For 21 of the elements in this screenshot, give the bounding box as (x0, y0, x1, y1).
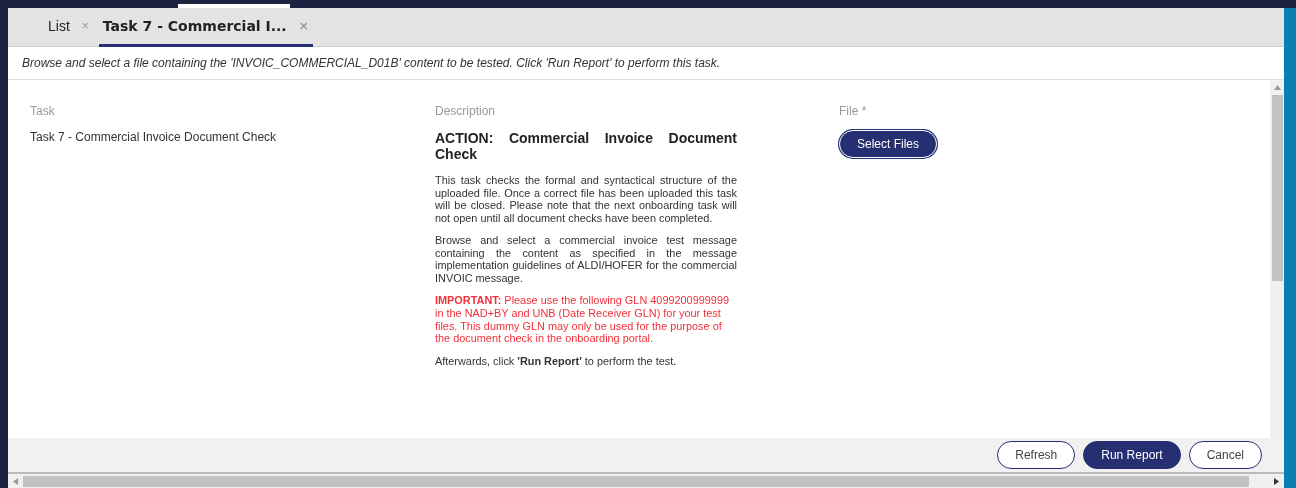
secondary-button[interactable]: Refresh (997, 441, 1076, 469)
select-files-button[interactable]: Select Files (839, 130, 938, 158)
file-label: File * (839, 104, 868, 118)
secondary-button[interactable]: Cancel (1188, 441, 1262, 469)
scroll-up-icon[interactable] (1273, 84, 1281, 91)
tab[interactable]: List × (44, 8, 93, 47)
tab[interactable]: Task 7 - Commercial I... × (98, 8, 313, 47)
task-name: Task 7 - Commercial Invoice Document Check (30, 130, 278, 144)
primary-button[interactable]: Run Report (1083, 441, 1181, 469)
description-paragraph: Afterwards, click 'Run Report' to perform the test. (435, 354, 678, 368)
description-paragraph: This task checks the formal and syntactical structure of the uploaded file. Once a correct file has been uploaded this task will be closed. Please note that the next onboarding task will not open until all document checks have been completed. (435, 174, 737, 225)
description-label: Description (435, 104, 497, 118)
task-label: Task (30, 104, 56, 118)
warning-paragraph: IMPORTANT: Please use the following GLN 4099200999999 in the NAD+BY and UNB (Date Receiver GLN) for your test files. This dummy GLN may only be used for the purpose of the document check in the onboarding portal. (435, 294, 730, 345)
scrollbar-thumb[interactable] (23, 475, 1249, 487)
scrollbar-thumb[interactable] (1271, 95, 1283, 281)
instruction-text: Browse and select a file containing the 'INVOIC_COMMERCIAL_D01B' content to be tested. Click 'Run Report' to perform this task. (8, 47, 1284, 80)
description-paragraph: Browse and select a commercial invoice test message containing the content as specified in the message implementation guidelines of ALDI/HOFER for the commercial INVOIC message. (435, 234, 737, 285)
scroll-left-icon[interactable] (12, 477, 19, 485)
description-heading: ACTION: Commercial Invoice Document Check (435, 130, 737, 163)
scroll-right-icon[interactable] (1273, 477, 1280, 485)
